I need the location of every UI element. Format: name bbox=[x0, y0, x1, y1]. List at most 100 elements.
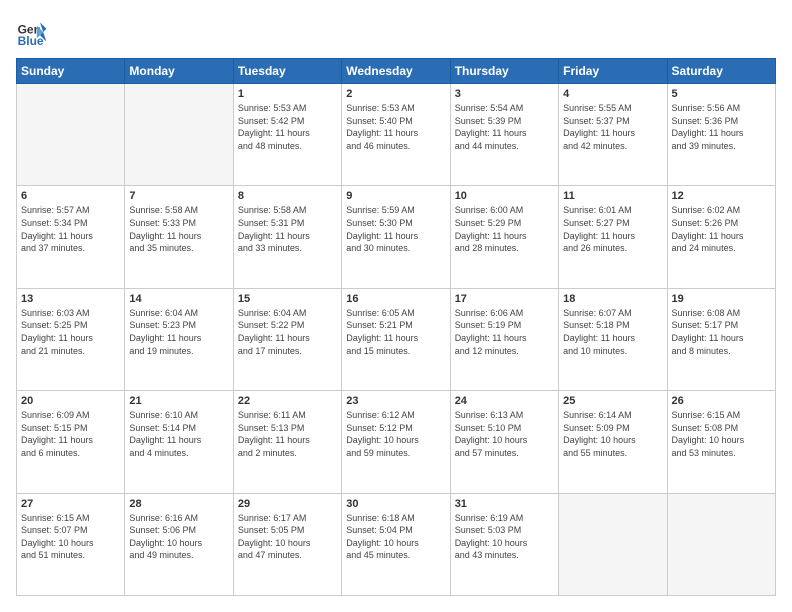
day-number: 9 bbox=[346, 190, 445, 202]
day-header-wednesday: Wednesday bbox=[342, 59, 450, 84]
cell-info: Sunrise: 6:14 AMSunset: 5:09 PMDaylight:… bbox=[563, 409, 662, 459]
calendar-cell: 16 Sunrise: 6:05 AMSunset: 5:21 PMDayligh… bbox=[342, 288, 450, 390]
calendar-cell: 10 Sunrise: 6:00 AMSunset: 5:29 PMDayligh… bbox=[450, 186, 558, 288]
cell-info: Sunrise: 5:55 AMSunset: 5:37 PMDaylight:… bbox=[563, 102, 662, 152]
cell-info: Sunrise: 6:08 AMSunset: 5:17 PMDaylight:… bbox=[672, 307, 771, 357]
day-number: 24 bbox=[455, 395, 554, 407]
calendar-cell bbox=[125, 84, 233, 186]
cell-info: Sunrise: 6:12 AMSunset: 5:12 PMDaylight:… bbox=[346, 409, 445, 459]
day-number: 16 bbox=[346, 293, 445, 305]
calendar-cell: 20 Sunrise: 6:09 AMSunset: 5:15 PMDayligh… bbox=[17, 391, 125, 493]
calendar-cell: 22 Sunrise: 6:11 AMSunset: 5:13 PMDayligh… bbox=[233, 391, 341, 493]
day-number: 31 bbox=[455, 498, 554, 510]
day-number: 28 bbox=[129, 498, 228, 510]
calendar-cell: 17Sunrise: 6:06 AMSunset: 5:19 PMDayligh… bbox=[450, 288, 558, 390]
cell-info: Sunrise: 6:05 AMSunset: 5:21 PMDaylight:… bbox=[346, 307, 445, 357]
calendar-cell: 6 Sunrise: 5:57 AMSunset: 5:34 PMDaylight… bbox=[17, 186, 125, 288]
calendar-cell: 27 Sunrise: 6:15 AMSunset: 5:07 PMDayligh… bbox=[17, 493, 125, 595]
calendar-cell: 9 Sunrise: 5:59 AMSunset: 5:30 PMDaylight… bbox=[342, 186, 450, 288]
page-header: Gen Blue bbox=[16, 16, 776, 48]
cell-info: Sunrise: 6:19 AMSunset: 5:03 PMDaylight:… bbox=[455, 512, 554, 562]
calendar-cell: 2 Sunrise: 5:53 AMSunset: 5:40 PMDaylight… bbox=[342, 84, 450, 186]
logo: Gen Blue bbox=[16, 16, 52, 48]
cell-info: Sunrise: 6:11 AMSunset: 5:13 PMDaylight:… bbox=[238, 409, 337, 459]
calendar-cell: 19Sunrise: 6:08 AMSunset: 5:17 PMDayligh… bbox=[667, 288, 775, 390]
calendar-cell: 30 Sunrise: 6:18 AMSunset: 5:04 PMDayligh… bbox=[342, 493, 450, 595]
day-header-sunday: Sunday bbox=[17, 59, 125, 84]
cell-info: Sunrise: 5:54 AMSunset: 5:39 PMDaylight:… bbox=[455, 102, 554, 152]
cell-info: Sunrise: 6:15 AMSunset: 5:08 PMDaylight:… bbox=[672, 409, 771, 459]
calendar-cell: 15 Sunrise: 6:04 AMSunset: 5:22 PMDayligh… bbox=[233, 288, 341, 390]
cell-info: Sunrise: 5:53 AMSunset: 5:42 PMDaylight:… bbox=[238, 102, 337, 152]
day-number: 29 bbox=[238, 498, 337, 510]
cell-info: Sunrise: 5:58 AMSunset: 5:31 PMDaylight:… bbox=[238, 204, 337, 254]
day-number: 25 bbox=[563, 395, 662, 407]
calendar-cell: 11 Sunrise: 6:01 AMSunset: 5:27 PMDayligh… bbox=[559, 186, 667, 288]
calendar-cell: 29 Sunrise: 6:17 AMSunset: 5:05 PMDayligh… bbox=[233, 493, 341, 595]
day-header-thursday: Thursday bbox=[450, 59, 558, 84]
day-number: 8 bbox=[238, 190, 337, 202]
day-number: 20 bbox=[21, 395, 120, 407]
cell-info: Sunrise: 6:02 AMSunset: 5:26 PMDaylight:… bbox=[672, 204, 771, 254]
day-number: 18 bbox=[563, 293, 662, 305]
calendar-cell: 7 Sunrise: 5:58 AMSunset: 5:33 PMDaylight… bbox=[125, 186, 233, 288]
cell-info: Sunrise: 5:58 AMSunset: 5:33 PMDaylight:… bbox=[129, 204, 228, 254]
calendar-cell: 28 Sunrise: 6:16 AMSunset: 5:06 PMDayligh… bbox=[125, 493, 233, 595]
calendar-cell bbox=[17, 84, 125, 186]
calendar-cell: 1 Sunrise: 5:53 AMSunset: 5:42 PMDaylight… bbox=[233, 84, 341, 186]
calendar-cell: 31 Sunrise: 6:19 AMSunset: 5:03 PMDayligh… bbox=[450, 493, 558, 595]
day-number: 23 bbox=[346, 395, 445, 407]
cell-info: Sunrise: 6:18 AMSunset: 5:04 PMDaylight:… bbox=[346, 512, 445, 562]
logo-icon: Gen Blue bbox=[16, 16, 48, 48]
day-header-saturday: Saturday bbox=[667, 59, 775, 84]
calendar-cell: 26 Sunrise: 6:15 AMSunset: 5:08 PMDayligh… bbox=[667, 391, 775, 493]
cell-info: Sunrise: 6:13 AMSunset: 5:10 PMDaylight:… bbox=[455, 409, 554, 459]
svg-text:Blue: Blue bbox=[18, 34, 44, 48]
day-number: 11 bbox=[563, 190, 662, 202]
day-number: 7 bbox=[129, 190, 228, 202]
day-number: 17 bbox=[455, 293, 554, 305]
cell-info: Sunrise: 5:57 AMSunset: 5:34 PMDaylight:… bbox=[21, 204, 120, 254]
day-number: 14 bbox=[129, 293, 228, 305]
cell-info: Sunrise: 6:04 AMSunset: 5:23 PMDaylight:… bbox=[129, 307, 228, 357]
cell-info: Sunrise: 6:00 AMSunset: 5:29 PMDaylight:… bbox=[455, 204, 554, 254]
cell-info: Sunrise: 6:17 AMSunset: 5:05 PMDaylight:… bbox=[238, 512, 337, 562]
cell-info: Sunrise: 6:15 AMSunset: 5:07 PMDaylight:… bbox=[21, 512, 120, 562]
cell-info: Sunrise: 6:16 AMSunset: 5:06 PMDaylight:… bbox=[129, 512, 228, 562]
calendar-cell: 3 Sunrise: 5:54 AMSunset: 5:39 PMDaylight… bbox=[450, 84, 558, 186]
day-number: 1 bbox=[238, 88, 337, 100]
calendar-cell: 25 Sunrise: 6:14 AMSunset: 5:09 PMDayligh… bbox=[559, 391, 667, 493]
calendar-cell bbox=[667, 493, 775, 595]
calendar-cell: 21 Sunrise: 6:10 AMSunset: 5:14 PMDayligh… bbox=[125, 391, 233, 493]
day-header-monday: Monday bbox=[125, 59, 233, 84]
day-number: 4 bbox=[563, 88, 662, 100]
cell-info: Sunrise: 5:53 AMSunset: 5:40 PMDaylight:… bbox=[346, 102, 445, 152]
calendar-cell: 24 Sunrise: 6:13 AMSunset: 5:10 PMDayligh… bbox=[450, 391, 558, 493]
calendar-cell: 23 Sunrise: 6:12 AMSunset: 5:12 PMDayligh… bbox=[342, 391, 450, 493]
cell-info: Sunrise: 6:04 AMSunset: 5:22 PMDaylight:… bbox=[238, 307, 337, 357]
cell-info: Sunrise: 6:01 AMSunset: 5:27 PMDaylight:… bbox=[563, 204, 662, 254]
day-number: 2 bbox=[346, 88, 445, 100]
day-number: 10 bbox=[455, 190, 554, 202]
day-number: 15 bbox=[238, 293, 337, 305]
day-number: 5 bbox=[672, 88, 771, 100]
cell-info: Sunrise: 6:09 AMSunset: 5:15 PMDaylight:… bbox=[21, 409, 120, 459]
cell-info: Sunrise: 6:10 AMSunset: 5:14 PMDaylight:… bbox=[129, 409, 228, 459]
day-number: 22 bbox=[238, 395, 337, 407]
day-number: 21 bbox=[129, 395, 228, 407]
day-number: 26 bbox=[672, 395, 771, 407]
cell-info: Sunrise: 5:59 AMSunset: 5:30 PMDaylight:… bbox=[346, 204, 445, 254]
calendar-cell bbox=[559, 493, 667, 595]
day-header-friday: Friday bbox=[559, 59, 667, 84]
day-number: 6 bbox=[21, 190, 120, 202]
day-number: 12 bbox=[672, 190, 771, 202]
day-number: 13 bbox=[21, 293, 120, 305]
cell-info: Sunrise: 6:03 AMSunset: 5:25 PMDaylight:… bbox=[21, 307, 120, 357]
day-number: 30 bbox=[346, 498, 445, 510]
calendar-cell: 5Sunrise: 5:56 AMSunset: 5:36 PMDaylight… bbox=[667, 84, 775, 186]
day-number: 27 bbox=[21, 498, 120, 510]
day-number: 3 bbox=[455, 88, 554, 100]
calendar-table: SundayMondayTuesdayWednesdayThursdayFrid… bbox=[16, 58, 776, 596]
calendar-cell: 18Sunrise: 6:07 AMSunset: 5:18 PMDayligh… bbox=[559, 288, 667, 390]
calendar-cell: 4 Sunrise: 5:55 AMSunset: 5:37 PMDaylight… bbox=[559, 84, 667, 186]
